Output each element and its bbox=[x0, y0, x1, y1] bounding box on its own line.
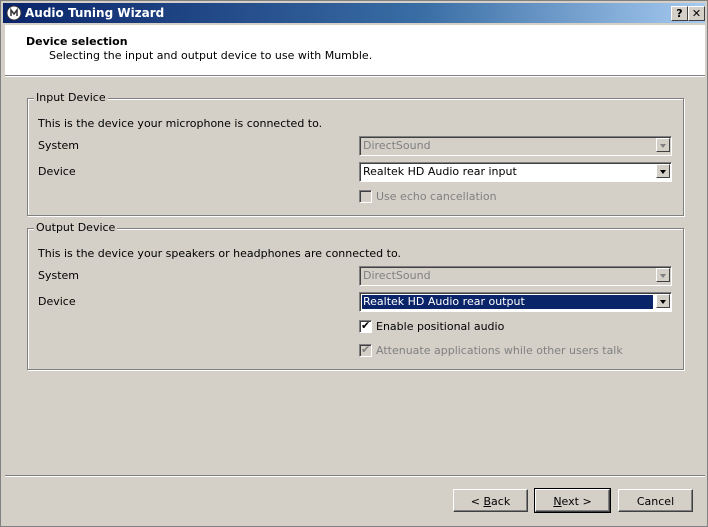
mumble-logo-icon bbox=[6, 5, 22, 21]
help-icon: ? bbox=[676, 7, 683, 20]
output-device-combo[interactable]: Realtek HD Audio rear output bbox=[359, 292, 672, 312]
input-system-combo[interactable]: DirectSound bbox=[359, 136, 672, 156]
next-rest: ext > bbox=[561, 495, 592, 508]
wizard-header: Device selection Selecting the input and… bbox=[5, 25, 705, 76]
next-button[interactable]: Next > bbox=[534, 488, 611, 513]
cancel-label: Cancel bbox=[636, 495, 675, 508]
checkbox-box[interactable]: ✔ bbox=[359, 319, 372, 333]
positional-audio-label: Enable positional audio bbox=[376, 320, 505, 333]
close-button[interactable]: ✕ bbox=[688, 6, 705, 21]
input-device-label: Device bbox=[38, 165, 76, 178]
page-title: Device selection bbox=[26, 35, 128, 48]
output-device-group: Output Device This is the device your sp… bbox=[27, 221, 684, 370]
input-device-combo[interactable]: Realtek HD Audio rear input bbox=[359, 162, 672, 182]
chevron-down-icon[interactable] bbox=[656, 294, 670, 308]
output-system-combo[interactable]: DirectSound bbox=[359, 266, 672, 286]
checkbox-box[interactable] bbox=[359, 190, 372, 203]
output-system-label: System bbox=[38, 269, 80, 282]
footer-divider-highlight bbox=[5, 476, 705, 477]
input-description: This is the device your microphone is co… bbox=[38, 117, 323, 130]
input-device-legend: Input Device bbox=[34, 91, 108, 104]
check-icon: ✔ bbox=[361, 343, 371, 356]
title-bar[interactable]: Audio Tuning Wizard ? ✕ bbox=[3, 3, 705, 23]
checkbox-box[interactable]: ✔ bbox=[359, 343, 372, 357]
check-icon: ✔ bbox=[361, 319, 371, 332]
chevron-down-icon[interactable] bbox=[656, 164, 670, 178]
output-device-label: Device bbox=[38, 295, 76, 308]
output-device-legend: Output Device bbox=[34, 221, 118, 234]
cancel-button[interactable]: Cancel bbox=[618, 489, 693, 512]
chevron-down-icon[interactable] bbox=[656, 138, 670, 152]
output-description: This is the device your speakers or head… bbox=[38, 247, 401, 260]
window-title: Audio Tuning Wizard bbox=[25, 6, 165, 20]
output-system-value: DirectSound bbox=[363, 269, 431, 282]
audio-tuning-wizard-window: Audio Tuning Wizard ? ✕ Device selection… bbox=[0, 0, 708, 527]
input-device-group: Input Device This is the device your mic… bbox=[27, 91, 684, 216]
back-prefix: < bbox=[470, 495, 484, 508]
input-device-value: Realtek HD Audio rear input bbox=[363, 165, 517, 178]
back-accel: B bbox=[483, 495, 492, 508]
attenuate-label: Attenuate applications while other users… bbox=[376, 344, 623, 357]
back-button[interactable]: < Back bbox=[453, 489, 528, 512]
help-button[interactable]: ? bbox=[671, 6, 688, 21]
output-device-value: Realtek HD Audio rear output bbox=[362, 295, 653, 309]
close-icon: ✕ bbox=[691, 7, 702, 20]
input-system-label: System bbox=[38, 139, 80, 152]
header-divider bbox=[5, 76, 705, 77]
back-rest: ack bbox=[491, 495, 511, 508]
chevron-down-icon[interactable] bbox=[656, 268, 670, 282]
input-system-value: DirectSound bbox=[363, 139, 431, 152]
next-accel: N bbox=[553, 495, 562, 508]
page-subtitle: Selecting the input and output device to… bbox=[49, 49, 373, 62]
echo-cancellation-label: Use echo cancellation bbox=[376, 190, 497, 203]
